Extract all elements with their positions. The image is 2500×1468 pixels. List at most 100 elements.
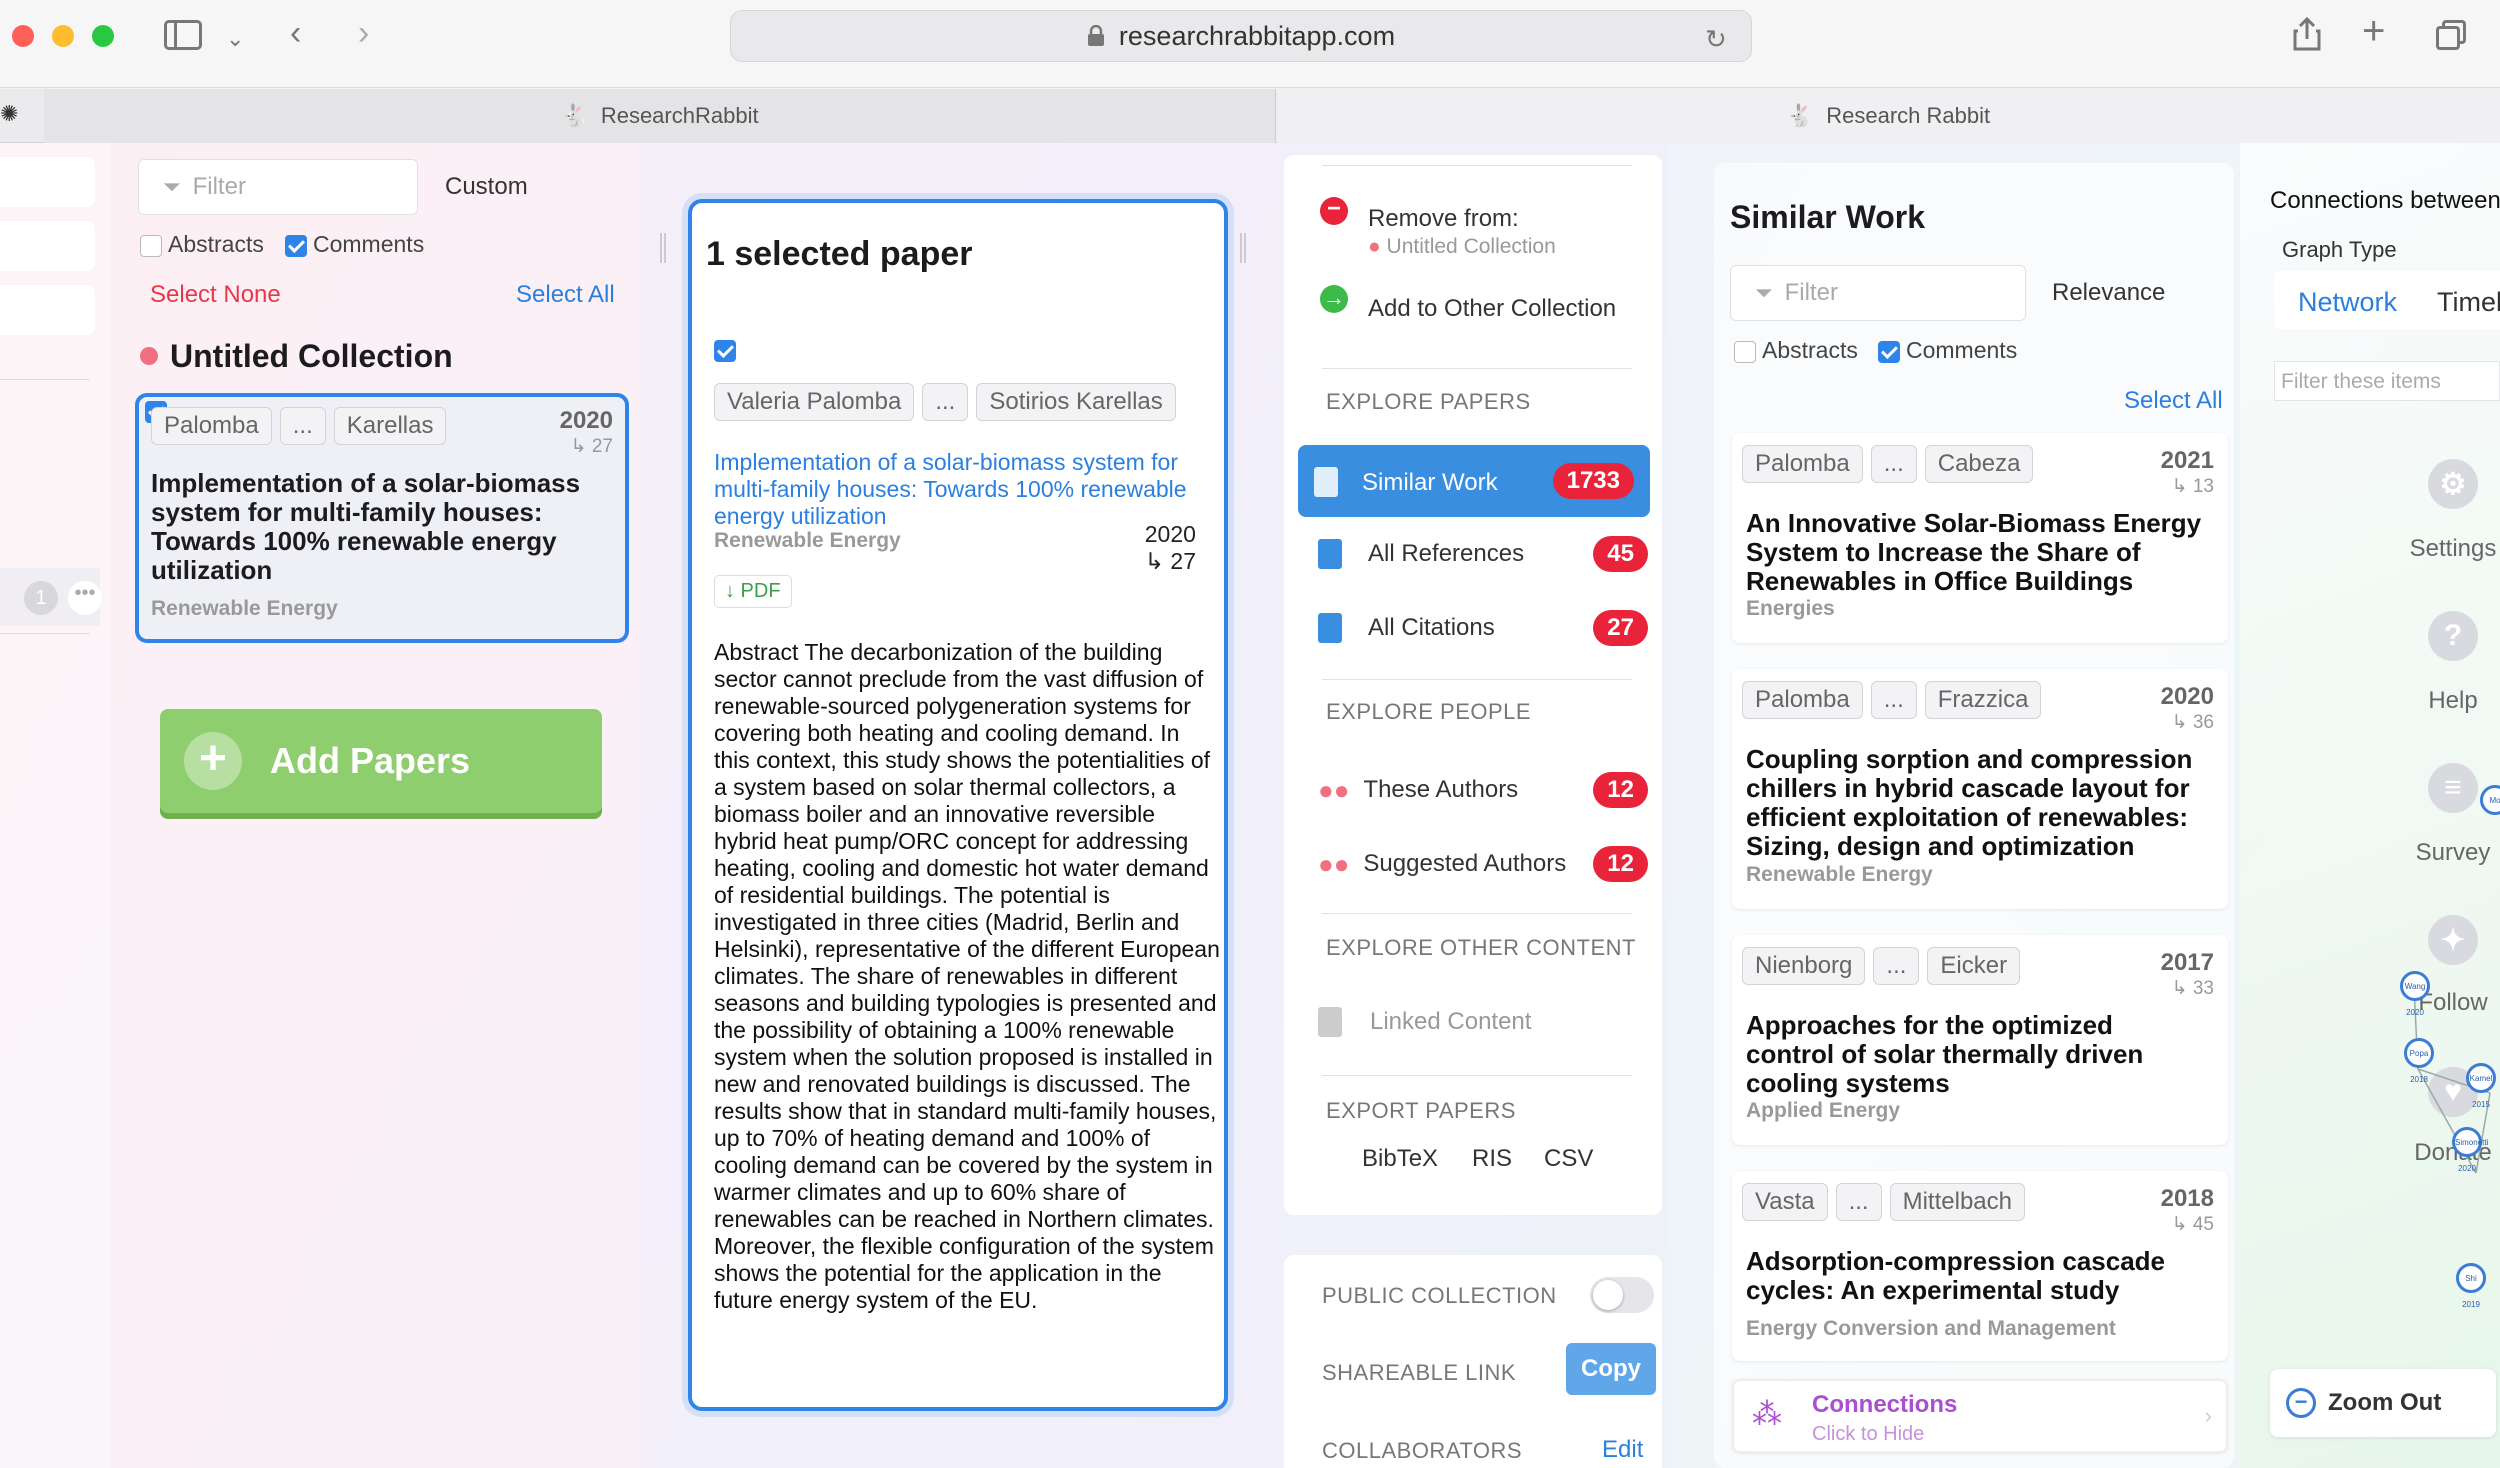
selected-heading: 1 selected paper [706,235,973,273]
more-authors-chip[interactable]: ... [922,383,969,421]
more-authors-chip[interactable]: ... [1870,445,1917,483]
select-none-link[interactable]: Select None [150,281,281,309]
these-authors-button[interactable]: ●● These Authors 12 [1318,765,1648,815]
people-icon: ●● [1318,848,1350,879]
graph-type-label: Graph Type [2282,237,2397,262]
author-chip[interactable]: Palomba [151,407,272,445]
pdf-button[interactable]: ↓ PDF [714,575,792,608]
settings-icon[interactable]: ⚙ [2428,459,2478,509]
forward-icon[interactable]: › [358,16,369,50]
similar-paper-card[interactable]: Vasta... Mittelbach 2018 ↳ 45 Adsorption-c… [1732,1171,2228,1361]
these-authors-count-badge: 12 [1593,772,1648,808]
tab-overview-icon[interactable] [2436,20,2466,50]
export-csv-button[interactable]: CSV [1544,1145,1593,1173]
tab-researchrabbit-left[interactable]: 🐇 ResearchRabbit [44,89,1276,143]
add-collection-icon[interactable]: → [1320,285,1348,313]
author-chip[interactable]: Eicker [1927,947,2021,985]
comments-checkbox[interactable]: Comments [1878,337,2017,364]
graph-node[interactable]: Wang 2020 [2400,971,2430,1017]
similar-work-panel: Similar Work ⏷ Filter Relevance Abstract… [1670,143,2240,1468]
close-window-icon[interactable] [12,25,34,47]
select-all-link[interactable]: Select All [516,281,615,309]
connections-toggle[interactable]: ⁂ Connections Click to Hide › [1732,1379,2228,1453]
more-authors-chip[interactable]: ... [279,407,326,445]
author-chip[interactable]: Sotirios Karellas [976,383,1176,421]
graph-filter-input[interactable]: Filter these items [2274,361,2500,401]
collection-paper-card[interactable]: Palomba... Karellas 2020 ↳ 27 Implementat… [135,393,629,643]
all-citations-button[interactable]: All Citations 27 [1318,603,1648,653]
network-tab[interactable]: Network [2298,287,2397,318]
zoom-out-label: Zoom Out [2328,1389,2442,1416]
new-tab-icon[interactable]: + [2362,11,2385,51]
author-chip[interactable]: Vasta [1742,1183,1828,1221]
share-icon[interactable] [2292,16,2322,52]
address-bar[interactable]: researchrabbitapp.com [730,10,1752,62]
timeline-tab[interactable]: Timel [2437,287,2500,318]
help-label[interactable]: Help [2393,687,2500,715]
paper-checkbox[interactable] [714,340,736,362]
settings-label[interactable]: Settings [2393,535,2500,563]
collection-filter-input[interactable]: ⏷ Filter [138,159,418,215]
select-all-link[interactable]: Select All [2124,387,2223,415]
graph-node[interactable]: Kamel 2015 [2466,1063,2496,1109]
abstracts-checkbox[interactable]: Abstracts [140,231,264,258]
edit-collaborators-link[interactable]: Edit [1602,1436,1643,1464]
public-collection-label: PUBLIC COLLECTION [1322,1283,1557,1308]
author-chip[interactable]: Cabeza [1924,445,2034,483]
author-chip[interactable]: Palomba [1742,445,1863,483]
paper-title-link[interactable]: Implementation of a solar-biomass system… [714,449,1214,530]
reload-icon[interactable]: ↻ [1705,22,1727,56]
graph-node[interactable]: Popa 2018 [2404,1038,2434,1084]
public-collection-toggle[interactable] [1590,1277,1654,1313]
export-bibtex-button[interactable]: BibTeX [1362,1145,1438,1173]
all-references-button[interactable]: All References 45 [1318,529,1648,579]
remove-icon[interactable]: − [1320,197,1348,225]
similar-paper-card[interactable]: Nienborg... Eicker 2017 ↳ 33 Approaches fo… [1732,935,2228,1145]
sort-select[interactable]: Relevance [2052,279,2165,307]
more-options-icon[interactable]: ••• [68,581,102,615]
linked-content-button[interactable]: Linked Content [1318,997,1648,1047]
add-to-other-collection[interactable]: Add to Other Collection [1368,295,1616,323]
resize-handle[interactable] [1240,233,1246,263]
chevron-down-icon[interactable]: ⌄ [226,22,244,56]
abstracts-checkbox[interactable]: Abstracts [1734,337,1858,364]
sidebar-toggle-icon[interactable] [164,20,202,50]
survey-icon[interactable]: ≡ [2428,763,2478,813]
author-chip[interactable]: Nienborg [1742,947,1866,985]
copy-link-button[interactable]: Copy [1566,1343,1656,1395]
openai-icon[interactable]: ✺ [0,101,24,131]
minimize-window-icon[interactable] [52,25,74,47]
suggested-authors-button[interactable]: ●● Suggested Authors 12 [1318,839,1648,889]
paper-year: 2017 [2160,949,2214,976]
sort-select[interactable]: Custom [445,173,528,201]
author-chip[interactable]: Valeria Palomba [714,383,915,421]
add-papers-button[interactable]: + Add Papers [160,709,602,813]
more-authors-chip[interactable]: ... [1835,1183,1882,1221]
author-chip[interactable]: Frazzica [1924,681,2042,719]
export-ris-button[interactable]: RIS [1472,1145,1512,1173]
zoom-out-button[interactable]: − Zoom Out [2270,1369,2496,1437]
author-chip[interactable]: Mittelbach [1889,1183,2025,1221]
more-authors-chip[interactable]: ... [1870,681,1917,719]
author-chip[interactable]: Karellas [333,407,447,445]
comments-checkbox[interactable]: Comments [285,231,424,258]
tab-researchrabbit-right[interactable]: 🐇 Research Rabbit [1277,89,2500,143]
graph-node[interactable]: Shi 2019 [2456,1263,2486,1309]
similar-paper-card[interactable]: Palomba... Cabeza 2021 ↳ 13 An Innovative … [1732,433,2228,643]
similar-work-button[interactable]: Similar Work 1733 [1298,445,1650,517]
similar-paper-card[interactable]: Palomba... Frazzica 2020 ↳ 36 Coupling sor… [1732,669,2228,909]
resize-handle[interactable] [660,233,666,263]
more-authors-chip[interactable]: ... [1873,947,1920,985]
maximize-window-icon[interactable] [92,25,114,47]
graph-node[interactable]: Simonetti 2020 [2452,1127,2488,1173]
back-icon[interactable]: ‹ [290,16,301,50]
survey-label[interactable]: Survey [2393,839,2500,867]
graph-node[interactable]: Mo [2480,785,2500,815]
abstracts-label: Abstracts [1762,337,1858,363]
author-chip[interactable]: Palomba [1742,681,1863,719]
remove-from-label[interactable]: Remove from: [1368,205,1519,233]
app-content: 1 ••• ⏷ Filter Custom Abstracts Comments… [0,143,2500,1468]
similar-filter-input[interactable]: ⏷ Filter [1730,265,2026,321]
help-icon[interactable]: ? [2428,611,2478,661]
twitter-icon[interactable]: ✦ [2428,915,2478,965]
